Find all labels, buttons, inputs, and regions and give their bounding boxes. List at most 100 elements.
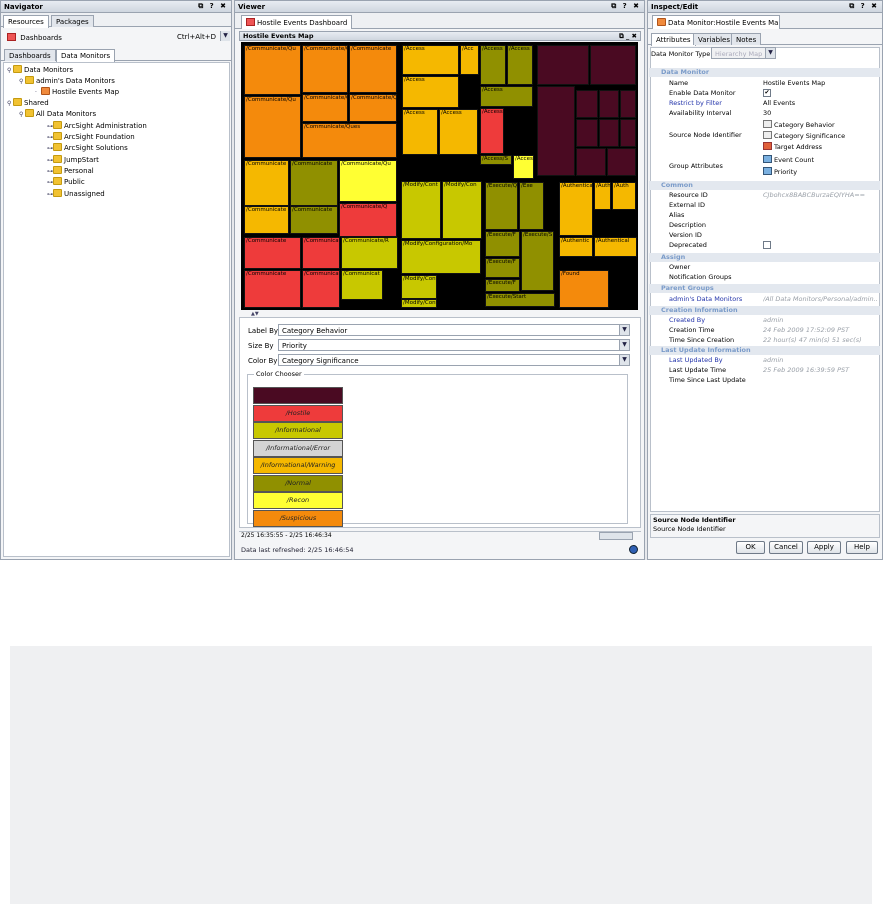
tree-item-public[interactable]: ⊶ Public [47, 177, 85, 186]
treemap-tile[interactable]: /Exe [519, 182, 544, 230]
treemap-tile[interactable] [537, 45, 589, 85]
tab-notes[interactable]: Notes [731, 33, 762, 45]
source-item[interactable]: Target Address [763, 142, 822, 151]
tree-item-shared[interactable]: ⚲ Shared [7, 98, 49, 107]
map-controls-icon[interactable]: ⧉ _ ✖ [619, 32, 637, 41]
color-swatch[interactable]: /Informational [253, 422, 343, 439]
treemap-tile[interactable]: /Communicat [341, 270, 383, 300]
treemap-tile[interactable]: /Execute/S [521, 231, 554, 291]
treemap-tile[interactable] [537, 86, 575, 176]
treemap-tile[interactable]: /Communicate/Ques [302, 94, 348, 122]
treemap-tile[interactable]: /Auth [612, 182, 636, 210]
chevron-down-icon[interactable]: ▼ [619, 325, 629, 335]
group-item[interactable]: Event Count [763, 155, 814, 164]
color-swatch[interactable] [253, 387, 343, 404]
treemap-tile[interactable]: /Communicate [244, 206, 289, 234]
section-last-update-information[interactable]: Last Update Information [649, 346, 880, 355]
treemap-tile[interactable] [620, 119, 636, 147]
tree-item-arcsight-solutions[interactable]: ⊶ ArcSight Solutions [47, 143, 128, 152]
panel-controls-icon[interactable]: ⧉ ? ✖ [849, 2, 879, 11]
restrict-label[interactable]: Restrict by Filter [669, 99, 722, 107]
tree-item-personal[interactable]: ⊶ Personal [47, 166, 94, 175]
treemap-tile[interactable]: /Communicate [302, 237, 340, 269]
color-swatch[interactable]: /Informational/Error [253, 439, 343, 457]
chevron-down-icon[interactable]: ▼ [765, 48, 775, 58]
treemap-tile[interactable] [576, 148, 606, 176]
source-item[interactable]: Category Significance [763, 131, 845, 140]
treemap-tile[interactable]: /Communicate/Q [339, 203, 397, 237]
color-swatch[interactable]: /Suspicious [253, 509, 343, 527]
treemap-tile[interactable]: /Modify/Content [401, 299, 437, 308]
tree-item-admins-data-monitors[interactable]: ⚲ admin's Data Monitors [19, 76, 115, 85]
section-parent-groups[interactable]: Parent Groups [649, 284, 880, 293]
treemap-tile[interactable]: /Access [480, 108, 504, 154]
treemap-tile[interactable]: /Communicate [244, 237, 301, 269]
color-swatch[interactable]: /Recon [253, 492, 343, 509]
treemap-tile[interactable] [599, 90, 619, 118]
tree-item-hostile-events-map[interactable]: · Hostile Events Map [35, 87, 119, 96]
color-swatch[interactable]: /Normal [253, 474, 343, 492]
help-button[interactable]: Help [846, 541, 878, 554]
type-select[interactable]: Hierarchy Map ▼ [711, 47, 776, 59]
chevron-down-icon[interactable]: ▼ [220, 31, 230, 41]
tree-item-jumpstart[interactable]: ⊶ JumpStart [47, 155, 99, 164]
treemap-tile[interactable]: /Modify/Con [442, 181, 482, 239]
tab-data-monitor-hostile-events-map[interactable]: Data Monitor:Hostile Events Ma... [652, 15, 780, 29]
group-item[interactable]: Priority [763, 167, 797, 176]
tab-data-monitors[interactable]: Data Monitors [56, 49, 116, 62]
treemap-tile[interactable]: /Communicate [290, 160, 338, 206]
treemap-tile[interactable]: /Auth [594, 182, 611, 210]
ok-button[interactable]: OK [736, 541, 765, 554]
panel-controls-icon[interactable]: ⧉ ? ✖ [611, 2, 641, 11]
parent-group-link[interactable]: admin's Data Monitors [669, 295, 742, 303]
tab-hostile-events-dashboard[interactable]: Hostile Events Dashboard [241, 15, 353, 29]
treemap-tile[interactable] [599, 119, 619, 147]
name-value[interactable]: Hostile Events Map [763, 79, 825, 87]
apply-button[interactable]: Apply [807, 541, 841, 554]
treemap-tile[interactable]: /Access [480, 45, 506, 85]
treemap-tile[interactable]: /Communicate/Qu [302, 45, 348, 93]
treemap-tile[interactable]: /Execute/Start [485, 293, 555, 307]
label-by-select[interactable]: Category Behavior ▼ [278, 324, 630, 336]
treemap-tile[interactable] [576, 90, 598, 118]
treemap-tile[interactable]: /Execute/F [485, 279, 520, 292]
treemap-tile[interactable]: /Authentic [559, 237, 593, 257]
tab-attributes[interactable]: Attributes [651, 33, 696, 46]
treemap-tile[interactable]: /Access [439, 109, 478, 155]
section-data-monitor[interactable]: Data Monitor [649, 68, 880, 77]
treemap-tile[interactable]: /Access [507, 45, 533, 85]
section-assign[interactable]: Assign [649, 253, 880, 262]
tree-item-unassigned[interactable]: ⊶ Unassigned [47, 189, 105, 198]
treemap-tile[interactable]: /Communicate [244, 270, 301, 308]
treemap-tile[interactable]: /Communicate [290, 206, 338, 234]
treemap-tile[interactable]: /Communicate/Ques [302, 123, 397, 158]
treemap-tile[interactable]: /Communicate/Qu [244, 96, 301, 158]
treemap-tile[interactable]: /Authentical [594, 237, 637, 257]
tree-item-data-monitors[interactable]: ⚲ Data Monitors [7, 65, 73, 74]
treemap-tile[interactable]: /Access/S [480, 155, 512, 165]
tab-variables[interactable]: Variables [693, 33, 735, 45]
restrict-value[interactable]: All Events [763, 99, 795, 107]
treemap-tile[interactable]: /Communicate/Qu [339, 160, 397, 202]
treemap-tile[interactable] [620, 90, 636, 118]
treemap-tile[interactable]: /Execute/F [485, 258, 520, 278]
treemap-tile[interactable]: /Communicate [349, 45, 397, 93]
treemap-tile[interactable]: /Modify/Configuration/Mo [401, 240, 481, 274]
treemap-tile[interactable]: /Found [559, 270, 609, 308]
section-creation-information[interactable]: Creation Information [649, 306, 880, 315]
treemap-tile[interactable]: /Communicate/Ques [349, 94, 397, 122]
cancel-button[interactable]: Cancel [769, 541, 803, 554]
color-by-select[interactable]: Category Significance ▼ [278, 354, 630, 366]
treemap-tile[interactable]: /Communicate [244, 160, 289, 206]
treemap-tile[interactable]: /Authenticat [559, 182, 593, 236]
size-by-select[interactable]: Priority ▼ [278, 339, 630, 351]
treemap-tile[interactable]: /Access [402, 109, 438, 155]
chevron-down-icon[interactable]: ▼ [619, 355, 629, 365]
treemap-tile[interactable] [576, 119, 598, 147]
tab-dashboards[interactable]: Dashboards [4, 49, 56, 61]
source-item[interactable]: Category Behavior [763, 120, 835, 129]
tree-item-arcsight-administration[interactable]: ⊶ ArcSight Administration [47, 121, 147, 130]
tab-resources[interactable]: Resources [3, 15, 49, 28]
chevron-down-icon[interactable]: ▼ [619, 340, 629, 350]
treemap-tile[interactable] [590, 45, 636, 85]
